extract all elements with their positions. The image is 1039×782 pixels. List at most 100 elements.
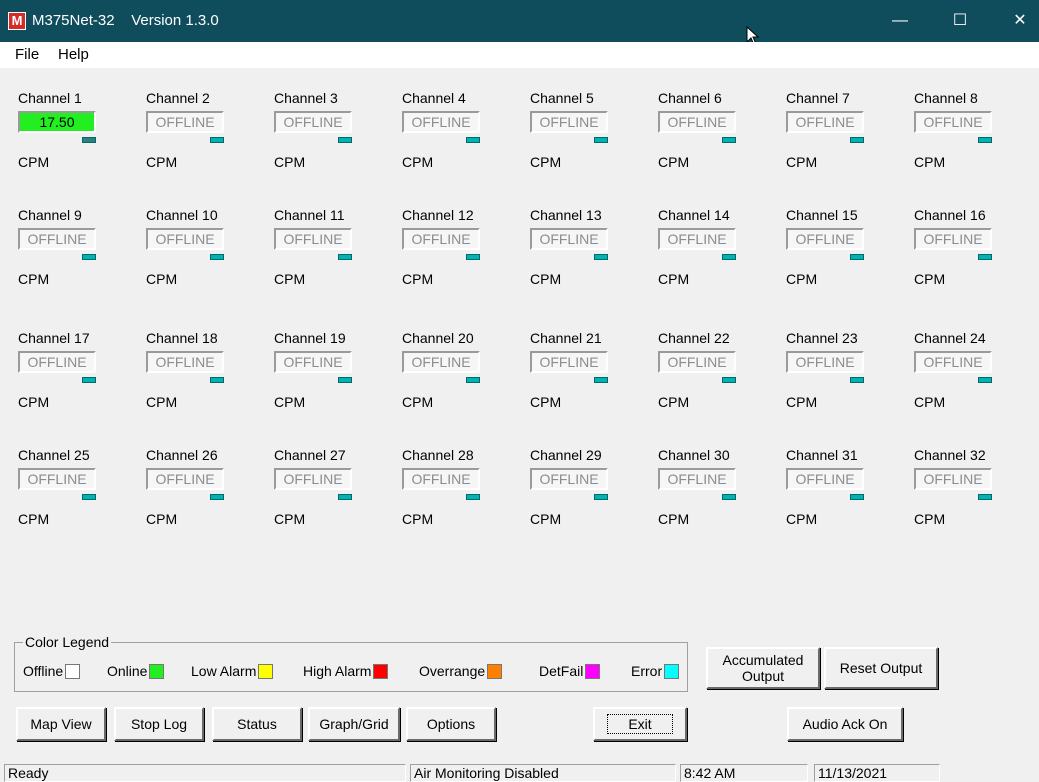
options-button[interactable]: Options	[406, 707, 496, 741]
channel-21[interactable]: Channel 21 OFFLINE CPM	[530, 330, 640, 420]
channel-reading[interactable]: OFFLINE	[914, 111, 992, 133]
exit-button[interactable]: Exit	[593, 707, 687, 741]
channel-reading[interactable]: OFFLINE	[914, 228, 992, 250]
channel-reading[interactable]: OFFLINE	[786, 468, 864, 490]
channel-label: Channel 7	[786, 90, 850, 106]
channel-11[interactable]: Channel 11 OFFLINE CPM	[274, 207, 384, 297]
maximize-button[interactable]: ☐	[937, 0, 983, 42]
channel-reading[interactable]: OFFLINE	[914, 351, 992, 373]
channel-13[interactable]: Channel 13 OFFLINE CPM	[530, 207, 640, 297]
channel-14[interactable]: Channel 14 OFFLINE CPM	[658, 207, 768, 297]
channel-unit: CPM	[402, 511, 434, 527]
channel-reading[interactable]: OFFLINE	[402, 351, 480, 373]
channel-10[interactable]: Channel 10 OFFLINE CPM	[146, 207, 256, 297]
channel-reading[interactable]: OFFLINE	[18, 468, 96, 490]
channel-unit: CPM	[530, 154, 562, 170]
channel-2[interactable]: Channel 2 OFFLINE CPM	[146, 90, 256, 180]
channel-3[interactable]: Channel 3 OFFLINE CPM	[274, 90, 384, 180]
stop-log-button[interactable]: Stop Log	[114, 707, 204, 741]
channel-label: Channel 20	[402, 330, 474, 346]
menu-help[interactable]: Help	[58, 46, 89, 63]
channel-28[interactable]: Channel 28 OFFLINE CPM	[402, 447, 512, 537]
channel-reading[interactable]: OFFLINE	[146, 111, 224, 133]
channel-6[interactable]: Channel 6 OFFLINE CPM	[658, 90, 768, 180]
channel-27[interactable]: Channel 27 OFFLINE CPM	[274, 447, 384, 537]
channel-reading[interactable]: OFFLINE	[274, 111, 352, 133]
channel-reading[interactable]: OFFLINE	[530, 228, 608, 250]
channel-status-led-icon	[338, 377, 352, 383]
channel-16[interactable]: Channel 16 OFFLINE CPM	[914, 207, 1024, 297]
channel-reading[interactable]: 17.50	[18, 111, 96, 133]
channel-status-led-icon	[210, 494, 224, 500]
channel-22[interactable]: Channel 22 OFFLINE CPM	[658, 330, 768, 420]
accumulated-output-button[interactable]: Accumulated Output	[706, 647, 820, 689]
channel-reading[interactable]: OFFLINE	[786, 111, 864, 133]
channel-reading[interactable]: OFFLINE	[146, 468, 224, 490]
channel-19[interactable]: Channel 19 OFFLINE CPM	[274, 330, 384, 420]
status-button[interactable]: Status	[212, 707, 302, 741]
channel-reading[interactable]: OFFLINE	[786, 351, 864, 373]
channel-1[interactable]: Channel 1 17.50 CPM	[18, 90, 128, 180]
channel-30[interactable]: Channel 30 OFFLINE CPM	[658, 447, 768, 537]
channel-31[interactable]: Channel 31 OFFLINE CPM	[786, 447, 896, 537]
channel-status-led-icon	[466, 494, 480, 500]
channel-reading[interactable]: OFFLINE	[530, 468, 608, 490]
channel-reading[interactable]: OFFLINE	[402, 111, 480, 133]
legend-label: DetFail	[539, 663, 584, 679]
title-bar[interactable]: M M375Net-32 Version 1.3.0 — ☐ ✕	[0, 0, 1039, 42]
channel-reading[interactable]: OFFLINE	[274, 468, 352, 490]
channel-reading[interactable]: OFFLINE	[146, 228, 224, 250]
channel-reading[interactable]: OFFLINE	[786, 228, 864, 250]
channel-unit: CPM	[530, 511, 562, 527]
channel-reading[interactable]: OFFLINE	[658, 111, 736, 133]
channel-4[interactable]: Channel 4 OFFLINE CPM	[402, 90, 512, 180]
graph-grid-button[interactable]: Graph/Grid	[308, 707, 400, 741]
channel-status-led-icon	[850, 377, 864, 383]
menu-file[interactable]: File	[15, 46, 39, 63]
channel-status-led-icon	[82, 254, 96, 260]
channel-unit: CPM	[786, 154, 818, 170]
channel-17[interactable]: Channel 17 OFFLINE CPM	[18, 330, 128, 420]
channel-reading[interactable]: OFFLINE	[658, 228, 736, 250]
channel-reading[interactable]: OFFLINE	[658, 351, 736, 373]
channel-label: Channel 11	[274, 207, 345, 223]
exit-label: Exit	[607, 714, 673, 734]
channel-reading[interactable]: OFFLINE	[274, 228, 352, 250]
channel-32[interactable]: Channel 32 OFFLINE CPM	[914, 447, 1024, 537]
channel-25[interactable]: Channel 25 OFFLINE CPM	[18, 447, 128, 537]
channel-reading[interactable]: OFFLINE	[274, 351, 352, 373]
channel-12[interactable]: Channel 12 OFFLINE CPM	[402, 207, 512, 297]
channel-reading[interactable]: OFFLINE	[914, 468, 992, 490]
channel-reading[interactable]: OFFLINE	[402, 228, 480, 250]
channel-23[interactable]: Channel 23 OFFLINE CPM	[786, 330, 896, 420]
channel-20[interactable]: Channel 20 OFFLINE CPM	[402, 330, 512, 420]
channel-18[interactable]: Channel 18 OFFLINE CPM	[146, 330, 256, 420]
channel-unit: CPM	[274, 511, 306, 527]
minimize-button[interactable]: —	[877, 0, 923, 42]
channel-reading[interactable]: OFFLINE	[658, 468, 736, 490]
channel-label: Channel 18	[146, 330, 218, 346]
channel-8[interactable]: Channel 8 OFFLINE CPM	[914, 90, 1024, 180]
channel-reading[interactable]: OFFLINE	[530, 351, 608, 373]
channel-unit: CPM	[274, 394, 306, 410]
channel-reading[interactable]: OFFLINE	[530, 111, 608, 133]
channel-29[interactable]: Channel 29 OFFLINE CPM	[530, 447, 640, 537]
map-view-button[interactable]: Map View	[16, 707, 106, 741]
channel-label: Channel 2	[146, 90, 210, 106]
channel-26[interactable]: Channel 26 OFFLINE CPM	[146, 447, 256, 537]
channel-reading[interactable]: OFFLINE	[18, 228, 96, 250]
channel-24[interactable]: Channel 24 OFFLINE CPM	[914, 330, 1024, 420]
channel-7[interactable]: Channel 7 OFFLINE CPM	[786, 90, 896, 180]
reset-output-button[interactable]: Reset Output	[824, 647, 938, 689]
app-icon[interactable]: M	[8, 12, 26, 30]
channel-status-led-icon	[338, 494, 352, 500]
channel-reading[interactable]: OFFLINE	[402, 468, 480, 490]
close-button[interactable]: ✕	[997, 0, 1039, 42]
channel-5[interactable]: Channel 5 OFFLINE CPM	[530, 90, 640, 180]
channel-reading[interactable]: OFFLINE	[18, 351, 96, 373]
channel-15[interactable]: Channel 15 OFFLINE CPM	[786, 207, 896, 297]
audio-ack-button[interactable]: Audio Ack On	[787, 707, 903, 741]
channel-9[interactable]: Channel 9 OFFLINE CPM	[18, 207, 128, 297]
status-date: 11/13/2021	[814, 764, 940, 782]
channel-reading[interactable]: OFFLINE	[146, 351, 224, 373]
